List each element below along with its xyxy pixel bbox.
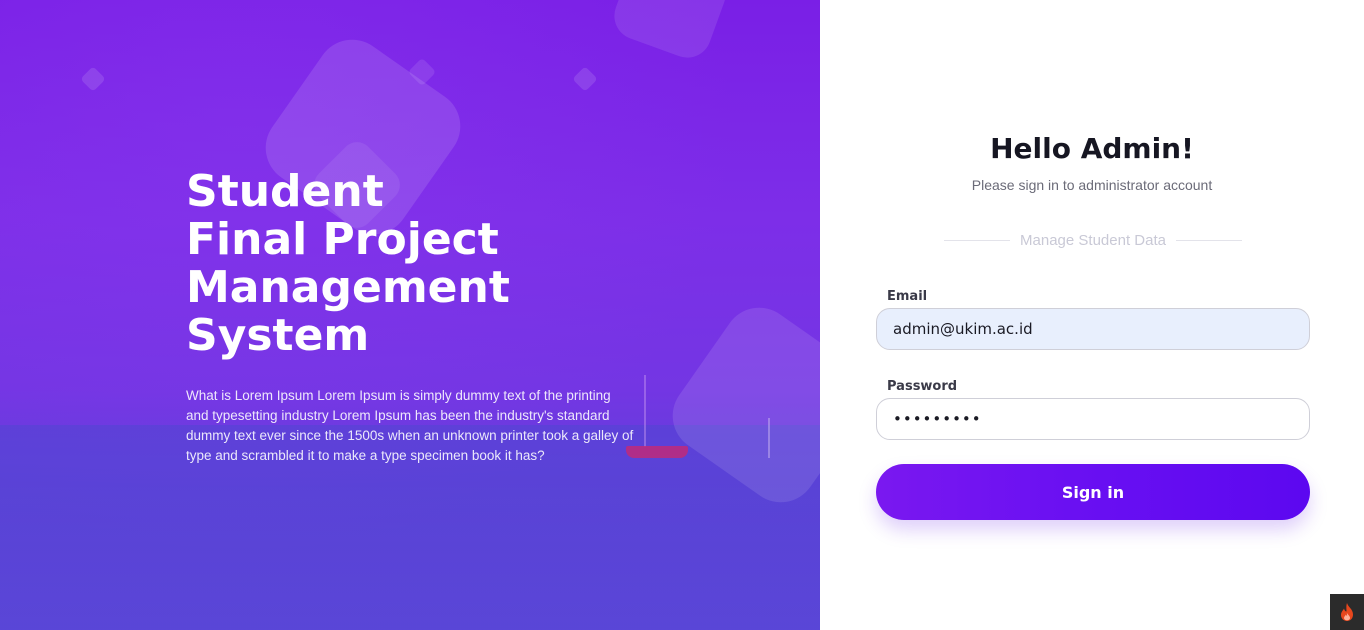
divider-line-left — [944, 239, 1011, 241]
login-subtitle: Please sign in to administrator account — [971, 177, 1213, 193]
email-field[interactable] — [876, 308, 1310, 350]
hero-content: Student Final Project Management System … — [186, 168, 646, 466]
password-field[interactable] — [876, 398, 1310, 440]
debug-toolbar-toggle[interactable] — [1330, 594, 1364, 630]
divider-line-right — [1175, 239, 1242, 241]
sign-in-button[interactable]: Sign in — [876, 464, 1310, 520]
hero-panel: Student Final Project Management System … — [0, 0, 820, 630]
hero-title: Student Final Project Management System — [186, 166, 510, 361]
sea-pole — [768, 418, 770, 458]
email-label: Email — [887, 289, 928, 304]
flame-icon — [1341, 603, 1353, 621]
hero-description: What is Lorem Ipsum Lorem Ipsum is simpl… — [186, 388, 634, 463]
password-label: Password — [887, 379, 958, 394]
divider-text: Manage Student Data — [1020, 231, 1166, 249]
login-panel: Hello Admin! Please sign in to administr… — [820, 0, 1364, 630]
section-divider: Manage Student Data — [944, 230, 1242, 250]
login-greeting: Hello Admin! — [990, 132, 1194, 165]
